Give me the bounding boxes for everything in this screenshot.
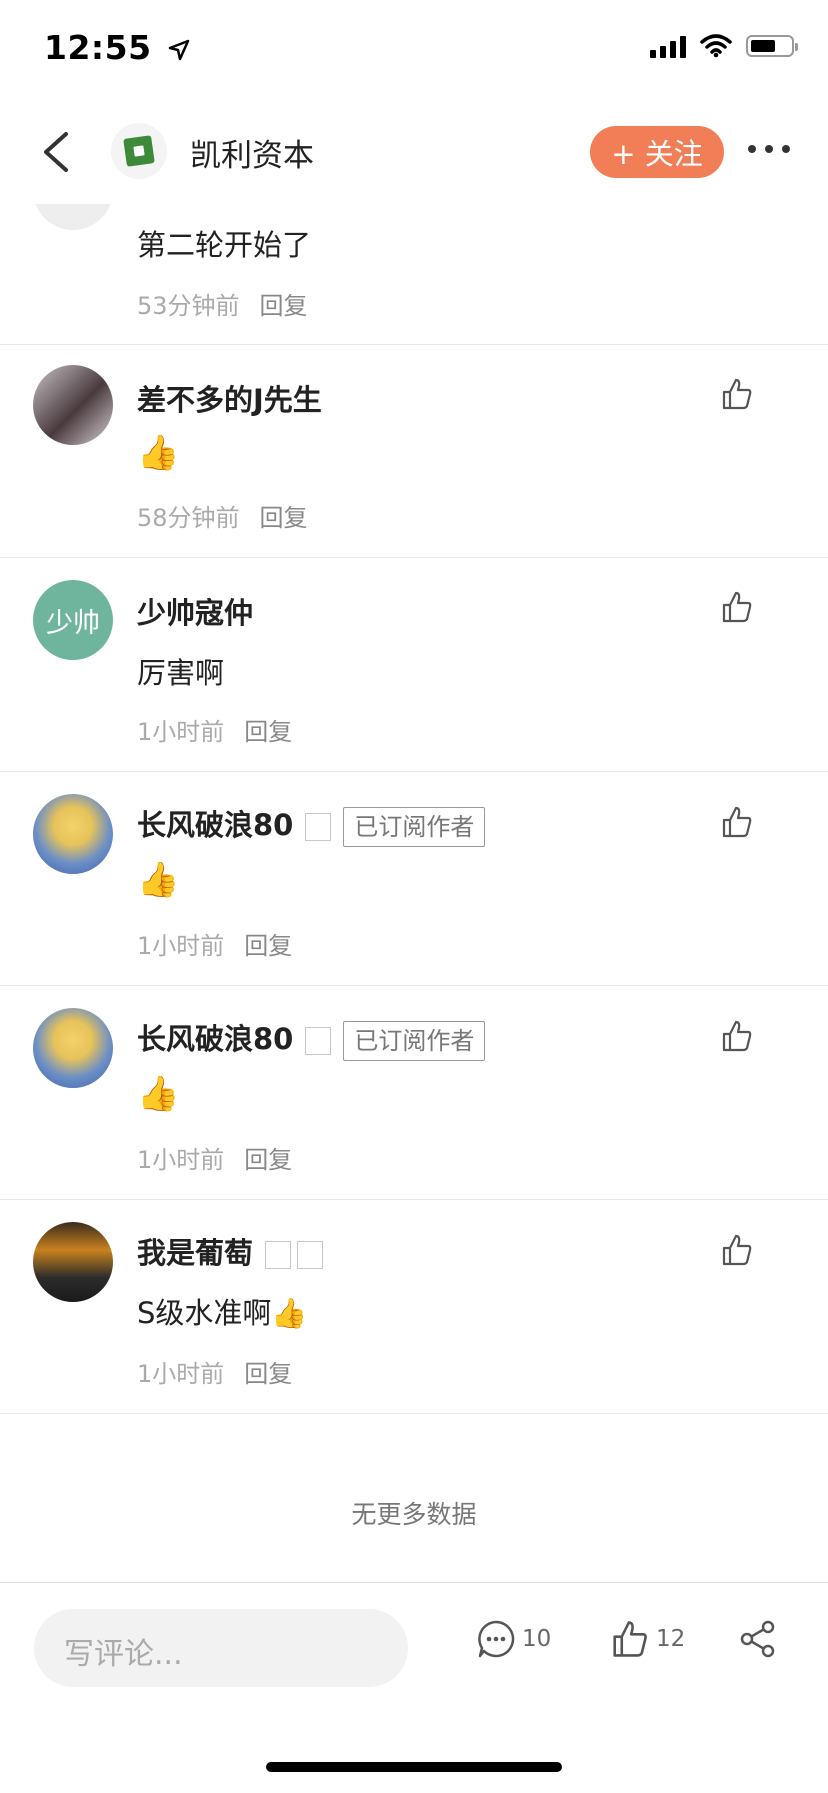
comment-time: 1小时前 bbox=[137, 1146, 225, 1174]
subscriber-badge: 已订阅作者 bbox=[343, 807, 486, 847]
comment-meta: 1小时前 回复 bbox=[137, 712, 292, 747]
comment-time: 1小时前 bbox=[137, 718, 225, 746]
thumbs-up-icon[interactable] bbox=[720, 590, 754, 624]
commenter-name[interactable]: 差不多的J先生 bbox=[137, 377, 322, 419]
comment-text: 👍 bbox=[137, 433, 180, 473]
reply-button[interactable]: 回复 bbox=[260, 504, 308, 532]
comment-input[interactable]: 写评论... bbox=[34, 1609, 408, 1687]
like-button[interactable]: 12 bbox=[610, 1619, 685, 1659]
unrendered-glyph-box bbox=[305, 813, 332, 841]
location-arrow-icon bbox=[168, 39, 189, 60]
comment-text: 👍 bbox=[137, 1074, 180, 1114]
comment-bubble-icon bbox=[478, 1620, 515, 1658]
status-icons bbox=[650, 34, 798, 58]
divider bbox=[0, 985, 828, 986]
divider bbox=[0, 771, 828, 772]
more-options-button[interactable] bbox=[748, 145, 790, 153]
home-indicator bbox=[266, 1762, 562, 1772]
avatar[interactable] bbox=[33, 1008, 113, 1088]
comments-button[interactable]: 10 bbox=[476, 1619, 551, 1659]
comment-text: 厉害啊 bbox=[137, 656, 225, 690]
reply-button[interactable]: 回复 bbox=[244, 718, 292, 746]
comment-time: 1小时前 bbox=[137, 932, 225, 960]
comment-meta: 1小时前 回复 bbox=[137, 1140, 292, 1175]
avatar[interactable] bbox=[33, 794, 113, 874]
avatar-text: 少帅 bbox=[46, 607, 100, 639]
follow-button[interactable]: + 关注 bbox=[590, 126, 724, 178]
unrendered-glyph-box bbox=[305, 1027, 332, 1055]
dot-icon bbox=[765, 145, 773, 153]
comment-meta: 53分钟前 回复 bbox=[137, 286, 308, 321]
chevron-left-icon bbox=[44, 132, 68, 172]
comment-meta: 1小时前 回复 bbox=[137, 926, 292, 961]
status-bar: 12:55 bbox=[0, 0, 828, 96]
comment-time: 53分钟前 bbox=[137, 292, 240, 320]
wifi-icon bbox=[700, 34, 732, 58]
divider bbox=[0, 1199, 828, 1200]
unrendered-glyph-box bbox=[265, 1241, 292, 1269]
like-count: 12 bbox=[656, 1626, 686, 1652]
avatar[interactable] bbox=[33, 365, 113, 445]
reply-button[interactable]: 回复 bbox=[244, 1360, 292, 1388]
commenter-name-text: 长风破浪80 bbox=[137, 1022, 294, 1056]
reply-button[interactable]: 回复 bbox=[260, 292, 308, 320]
account-name[interactable]: 凯利资本 bbox=[190, 130, 314, 175]
nav-bar: 凯利资本 + 关注 bbox=[0, 100, 828, 204]
status-time: 12:55 bbox=[44, 28, 190, 67]
reply-button[interactable]: 回复 bbox=[244, 932, 292, 960]
dot-icon bbox=[748, 145, 756, 153]
comment-meta: 58分钟前 回复 bbox=[137, 498, 308, 533]
share-button[interactable] bbox=[738, 1619, 778, 1659]
commenter-name-text: 长风破浪80 bbox=[137, 808, 294, 842]
account-logo[interactable] bbox=[111, 123, 167, 179]
comment-meta: 1小时前 回复 bbox=[137, 1354, 292, 1389]
comment-text: 👍 bbox=[137, 860, 180, 900]
unrendered-glyph-box bbox=[297, 1241, 324, 1269]
avatar[interactable]: 少帅 bbox=[33, 580, 113, 660]
commenter-name[interactable]: 长风破浪80 已订阅作者 bbox=[137, 802, 486, 847]
comment-text: S级水准啊👍 bbox=[137, 1296, 308, 1330]
avatar[interactable] bbox=[33, 1222, 113, 1302]
time-text: 12:55 bbox=[44, 28, 152, 67]
share-icon bbox=[740, 1620, 775, 1658]
no-more-data-text: 无更多数据 bbox=[351, 1500, 477, 1529]
comment-count: 10 bbox=[522, 1626, 552, 1652]
commenter-name[interactable]: 少帅寇仲 bbox=[137, 590, 253, 632]
commenter-name-text: 我是葡萄 bbox=[137, 1236, 254, 1270]
reply-button[interactable]: 回复 bbox=[244, 1146, 292, 1174]
comment-time: 58分钟前 bbox=[137, 504, 240, 532]
thumbs-up-icon[interactable] bbox=[720, 805, 754, 839]
commenter-name[interactable]: 长风破浪80 已订阅作者 bbox=[137, 1016, 486, 1061]
divider bbox=[0, 344, 828, 345]
back-button[interactable] bbox=[34, 122, 84, 182]
thumbs-up-icon[interactable] bbox=[720, 1233, 754, 1267]
dot-icon bbox=[782, 145, 790, 153]
thumbs-up-icon bbox=[613, 1621, 647, 1657]
comment-time: 1小时前 bbox=[137, 1360, 225, 1388]
thumbs-up-icon[interactable] bbox=[720, 1019, 754, 1053]
divider bbox=[0, 557, 828, 558]
commenter-name[interactable]: 我是葡萄 bbox=[137, 1230, 324, 1272]
divider bbox=[0, 1413, 828, 1414]
battery-icon bbox=[746, 35, 798, 57]
comment-input-placeholder: 写评论... bbox=[64, 1637, 183, 1672]
comment-text: 第二轮开始了 bbox=[137, 228, 312, 262]
cellular-signal-icon bbox=[650, 34, 686, 58]
thumbs-up-icon[interactable] bbox=[720, 377, 754, 411]
subscriber-badge: 已订阅作者 bbox=[343, 1021, 486, 1061]
